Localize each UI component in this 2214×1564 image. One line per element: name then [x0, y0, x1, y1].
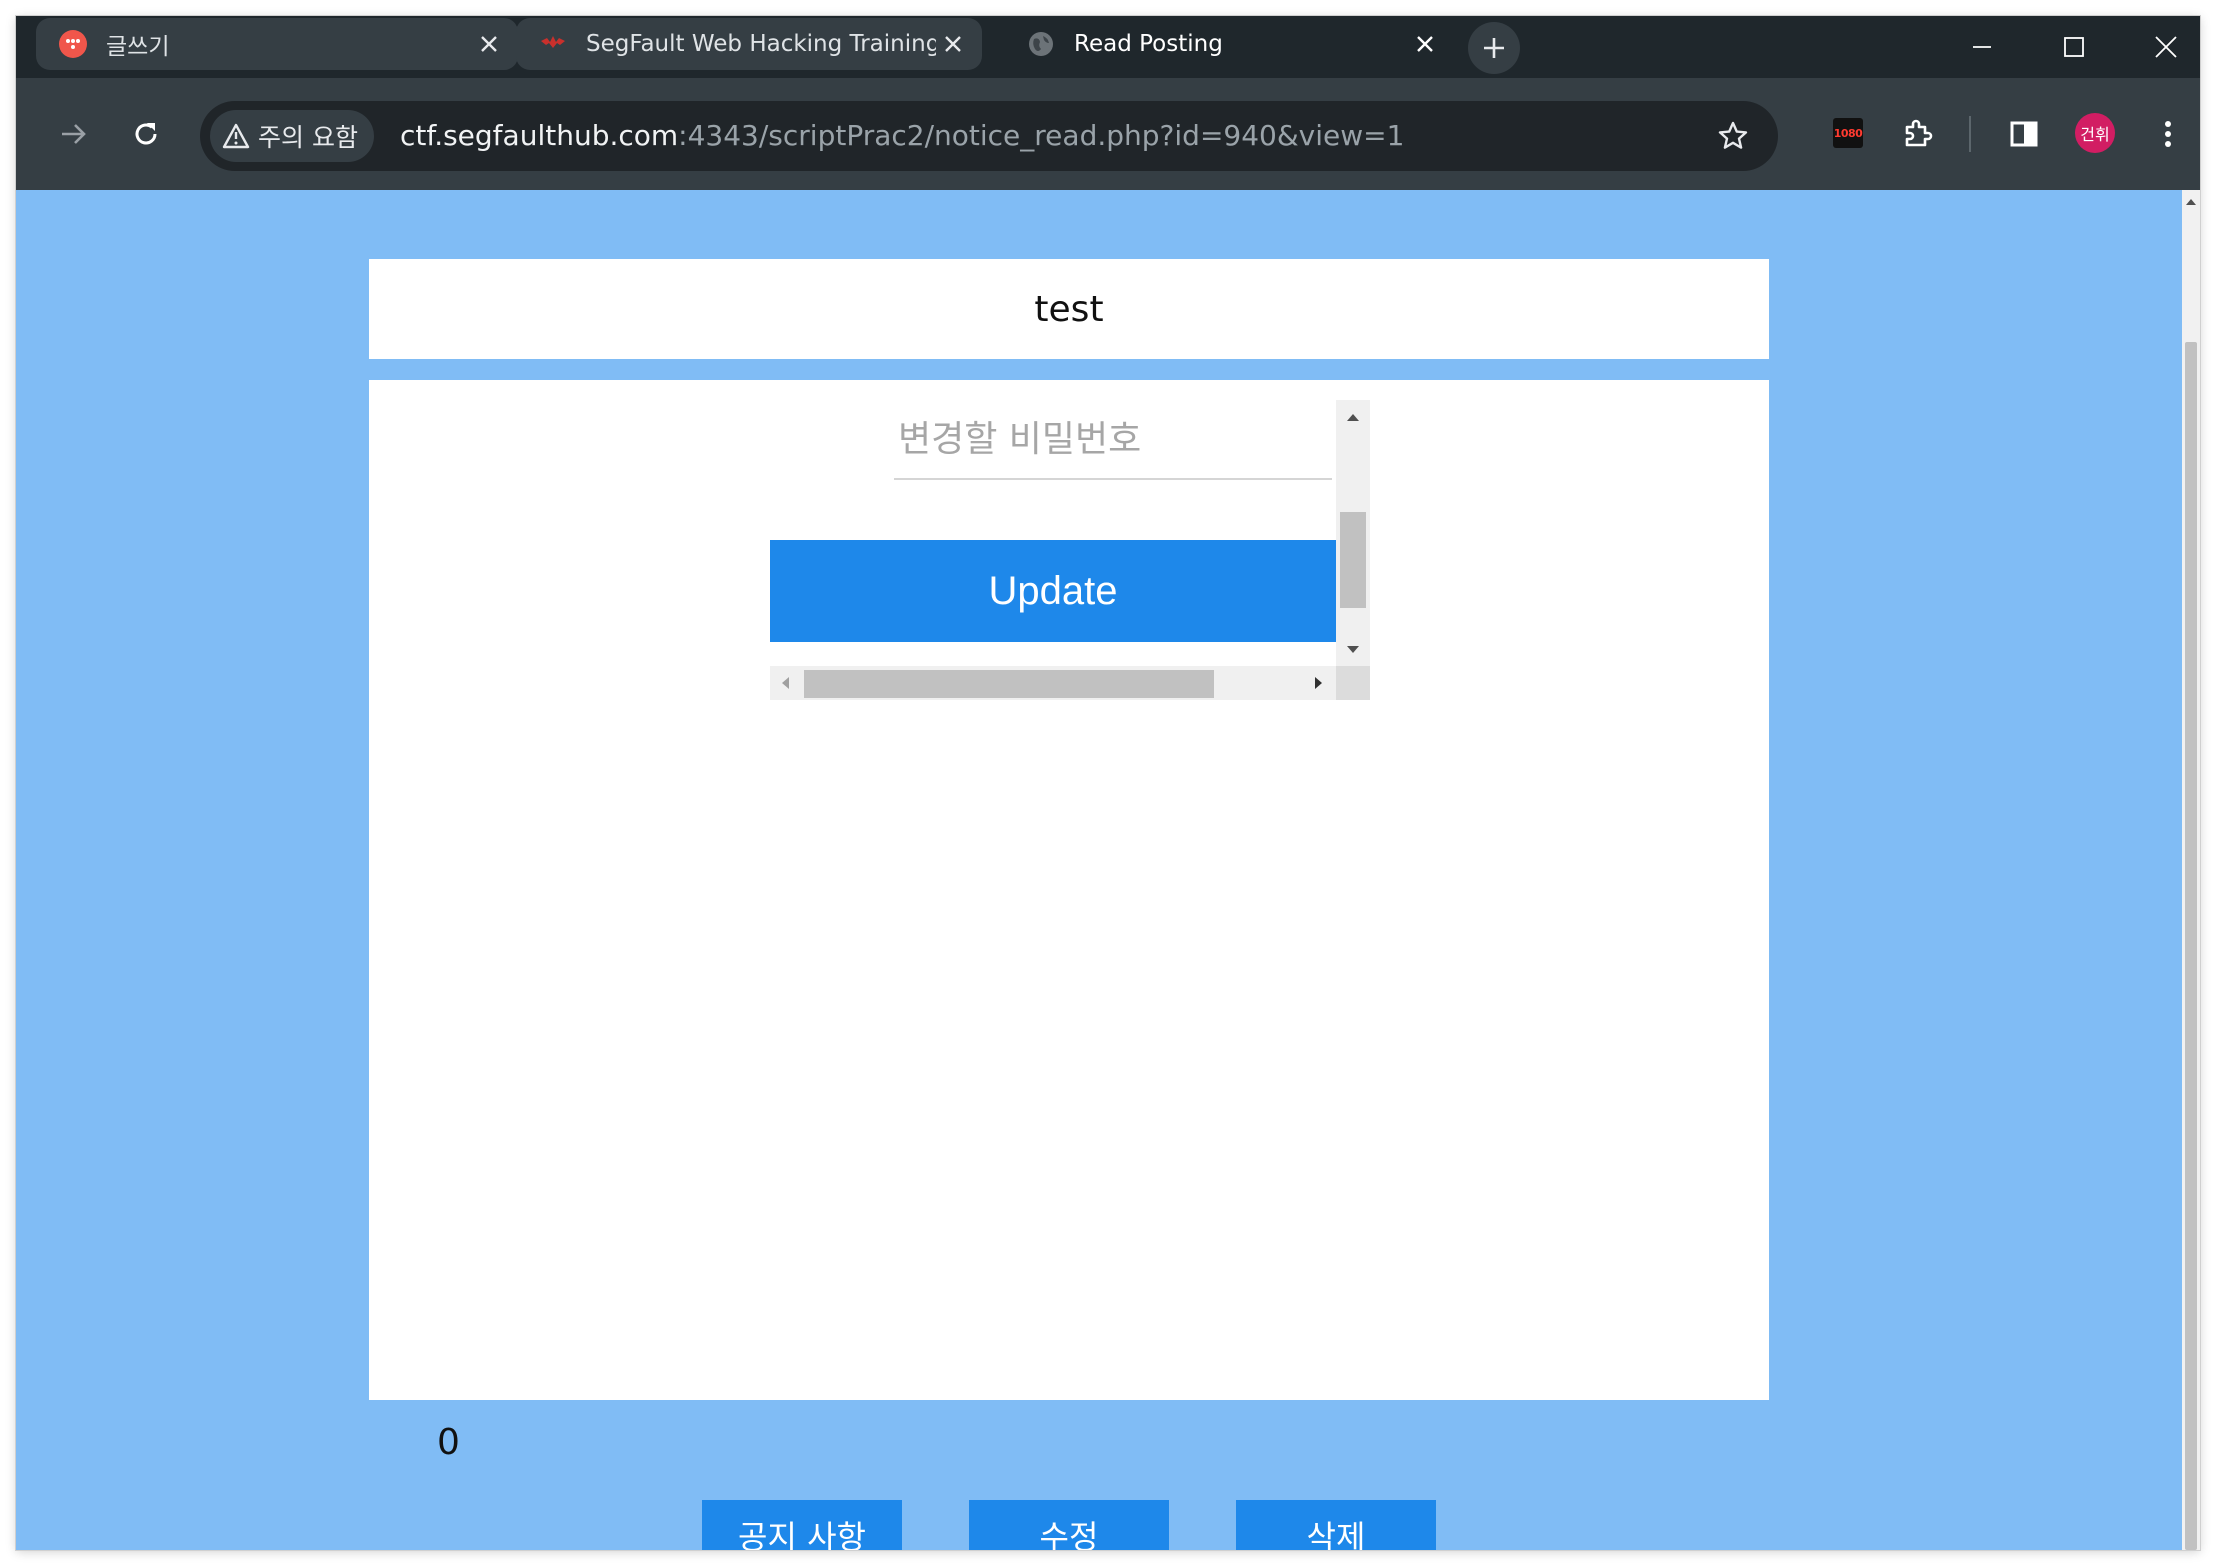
notice-list-button[interactable]: 공지 사항	[702, 1500, 902, 1550]
edit-button[interactable]: 수정	[969, 1500, 1169, 1550]
minimize-icon	[1973, 46, 1991, 48]
url-host: ctf.segfaulthub.com	[400, 119, 679, 152]
forward-button[interactable]	[46, 106, 102, 162]
scroll-down-arrow-icon[interactable]	[1347, 646, 1359, 653]
post-content: Update	[369, 380, 1769, 1400]
more-vertical-icon	[2165, 121, 2171, 147]
security-chip[interactable]: 주의 요함	[210, 110, 374, 162]
reload-icon	[135, 123, 157, 145]
view-counter: 0	[437, 1422, 460, 1463]
globe-icon	[1026, 29, 1056, 59]
frame-vertical-scrollbar[interactable]	[1336, 400, 1370, 666]
browser-window: 글쓰기 SegFault Web Hacking Training Read P…	[16, 16, 2200, 1550]
scroll-left-arrow-icon[interactable]	[782, 677, 789, 689]
tab-title: SegFault Web Hacking Training	[586, 31, 936, 57]
close-window-button[interactable]	[2120, 16, 2200, 78]
bookmark-star-button[interactable]	[1708, 111, 1758, 161]
tab-title: Read Posting	[1074, 31, 1223, 57]
velog-icon	[58, 29, 88, 59]
side-panel-button[interactable]	[1996, 106, 2052, 162]
close-tab-icon[interactable]	[1408, 27, 1442, 61]
url-text[interactable]: ctf.segfaulthub.com:4343/scriptPrac2/not…	[400, 101, 1404, 171]
warning-icon	[222, 123, 250, 149]
puzzle-icon	[1905, 119, 1933, 147]
delete-button[interactable]: 삭제	[1236, 1500, 1436, 1550]
plus-icon	[1484, 38, 1504, 58]
browser-toolbar: 주의 요함 ctf.segfaulthub.com:4343/scriptPra…	[16, 78, 2200, 190]
scroll-up-arrow-icon[interactable]	[1347, 414, 1359, 421]
close-tab-icon[interactable]	[936, 27, 970, 61]
frame-horizontal-thumb[interactable]	[804, 670, 1214, 698]
toolbar-divider	[1969, 116, 1971, 152]
page-viewport: test Update 0 공지 사항 수정 삭제	[16, 190, 2182, 1550]
side-panel-icon	[2010, 121, 2038, 147]
close-tab-icon[interactable]	[472, 27, 506, 61]
maximize-button[interactable]	[2028, 16, 2120, 78]
security-chip-label: 주의 요함	[258, 123, 358, 152]
browser-menu-button[interactable]	[2140, 106, 2196, 162]
page-vertical-thumb[interactable]	[2185, 342, 2197, 1550]
page-vertical-scrollbar[interactable]	[2182, 190, 2200, 1550]
reload-button[interactable]	[118, 106, 174, 162]
minimize-button[interactable]	[1936, 16, 2028, 78]
scroll-right-arrow-icon[interactable]	[1315, 677, 1322, 689]
embedded-frame: Update	[770, 400, 1370, 700]
extension-1080-icon[interactable]: 1080	[1833, 118, 1863, 148]
url-path: :4343/scriptPrac2/notice_read.php?id=940…	[678, 119, 1405, 152]
tab-write[interactable]: 글쓰기	[36, 18, 518, 70]
tab-title: 글쓰기	[106, 34, 170, 60]
scrollbar-corner	[1336, 666, 1370, 700]
address-bar[interactable]: 주의 요함 ctf.segfaulthub.com:4343/scriptPra…	[200, 101, 1778, 171]
page-scroll-up-arrow-icon[interactable]	[2182, 190, 2200, 214]
star-icon	[1718, 121, 1748, 149]
frame-vertical-thumb[interactable]	[1340, 512, 1366, 608]
arrow-forward-icon	[62, 124, 86, 144]
segfault-bat-icon	[538, 29, 568, 59]
post-title: test	[369, 259, 1769, 359]
update-button[interactable]: Update	[770, 540, 1336, 642]
new-tab-button[interactable]	[1468, 22, 1520, 74]
close-icon	[2155, 36, 2177, 58]
frame-horizontal-scrollbar[interactable]	[770, 666, 1336, 700]
profile-avatar[interactable]: 건휘	[2075, 113, 2115, 153]
new-password-input[interactable]	[894, 400, 1332, 480]
maximize-icon	[2064, 37, 2084, 57]
tab-strip: 글쓰기 SegFault Web Hacking Training Read P…	[16, 16, 2200, 78]
extensions-button[interactable]	[1890, 106, 1946, 162]
tab-segfault[interactable]: SegFault Web Hacking Training	[516, 18, 982, 70]
tab-read-posting[interactable]: Read Posting	[1004, 18, 1454, 70]
